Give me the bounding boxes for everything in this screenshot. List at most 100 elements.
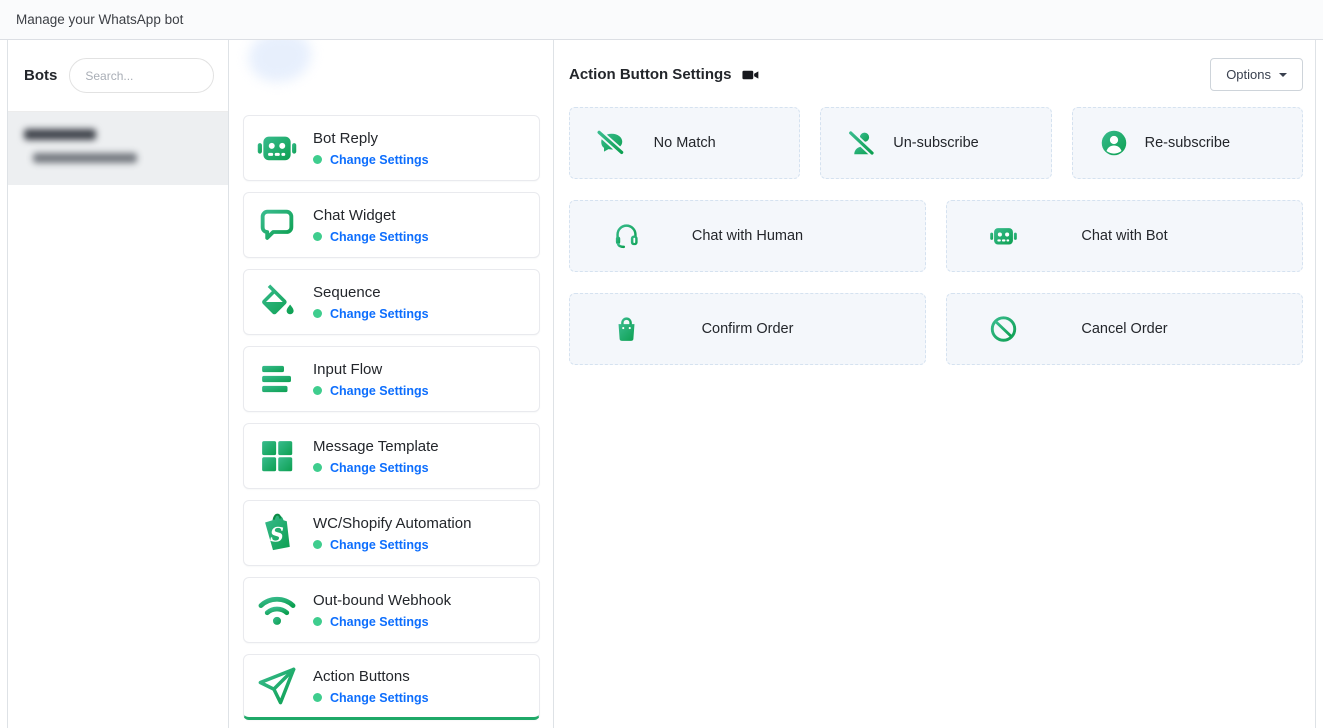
bot-icon — [989, 222, 1018, 251]
feature-card-sequence: Sequence Change Settings — [243, 269, 540, 335]
panel-title: Action Button Settings — [569, 66, 731, 83]
action-button-chat-with-human[interactable]: Chat with Human — [569, 200, 926, 272]
feature-link-row: Change Settings — [313, 615, 451, 629]
feature-card-chat-widget: Chat Widget Change Settings — [243, 192, 540, 258]
feature-list-column: Bot Reply Change Settings Chat Widget Chang… — [229, 40, 554, 728]
change-settings-link[interactable]: Change Settings — [330, 538, 429, 552]
bots-sidebar: Bots — [8, 40, 229, 728]
feature-card-body: Bot Reply Change Settings — [313, 130, 429, 167]
status-dot — [313, 386, 322, 395]
feature-card-body: Sequence Change Settings — [313, 284, 429, 321]
change-settings-link[interactable]: Change Settings — [330, 691, 429, 705]
feature-title: Message Template — [313, 438, 439, 455]
feature-link-row: Change Settings — [313, 307, 429, 321]
action-button-row-2: Chat with Human Chat with Bot — [569, 200, 1303, 272]
feature-title: Input Flow — [313, 361, 429, 378]
change-settings-link[interactable]: Change Settings — [330, 615, 429, 629]
action-button-settings-panel: Action Button Settings Options No Match U… — [554, 40, 1315, 728]
status-dot — [313, 155, 322, 164]
feature-link-row: Change Settings — [313, 461, 439, 475]
feature-card-body: Message Template Change Settings — [313, 438, 439, 475]
redacted-bot-name — [24, 129, 96, 140]
chevron-down-icon — [1279, 73, 1287, 77]
feature-card-body: Out-bound Webhook Change Settings — [313, 592, 451, 629]
user-circle-icon — [1099, 128, 1129, 158]
page-title: Manage your WhatsApp bot — [16, 12, 183, 27]
ban-icon — [989, 315, 1018, 344]
sidebar-header: Bots — [8, 40, 228, 112]
top-bar: Manage your WhatsApp bot — [0, 0, 1323, 40]
feature-card-input-flow: Input Flow Change Settings — [243, 346, 540, 412]
bot-list-item-selected[interactable] — [8, 112, 228, 185]
main-container: Bots Bot ReplyChange SettingsChat Widget… — [7, 40, 1316, 728]
feature-card-body: WC/Shopify Automation Change Settings — [313, 515, 471, 552]
action-button-label: Un-subscribe — [893, 135, 978, 151]
feature-title: Action Buttons — [313, 668, 429, 685]
action-button-label: Chat with Human — [692, 228, 803, 244]
status-dot — [313, 232, 322, 241]
feature-title: Bot Reply — [313, 130, 429, 147]
status-dot — [313, 463, 322, 472]
action-button-no-match[interactable]: No Match — [569, 107, 800, 179]
feature-link-row: Change Settings — [313, 153, 429, 167]
paper-plane-icon — [256, 665, 298, 707]
action-button-row-1: No Match Un-subscribe Re-subscribe — [569, 107, 1303, 179]
feature-title: Sequence — [313, 284, 429, 301]
feature-card-wc-shopify-automation: S WC/Shopify Automation Change Settings — [243, 500, 540, 566]
action-button-re-subscribe[interactable]: Re-subscribe — [1072, 107, 1303, 179]
feature-link-row: Change Settings — [313, 384, 429, 398]
panel-header: Action Button Settings Options — [569, 58, 1303, 91]
change-settings-link[interactable]: Change Settings — [330, 384, 429, 398]
svg-text:S: S — [270, 523, 284, 546]
feature-title: Chat Widget — [313, 207, 429, 224]
feature-card-out-bound-webhook: Out-bound Webhook Change Settings — [243, 577, 540, 643]
search-input[interactable] — [69, 58, 214, 93]
action-button-label: No Match — [654, 135, 716, 151]
shopping-bag-icon — [612, 315, 641, 344]
redacted-bot-phone — [33, 153, 137, 163]
user-slash-icon — [847, 128, 877, 158]
feature-card-body: Input Flow Change Settings — [313, 361, 429, 398]
feature-card-message-template: Message Template Change Settings — [243, 423, 540, 489]
list-bars-icon — [256, 358, 298, 400]
status-dot — [313, 540, 322, 549]
feature-link-row: Change Settings — [313, 230, 429, 244]
change-settings-link[interactable]: Change Settings — [330, 461, 429, 475]
bot-icon — [256, 127, 298, 169]
shopify-icon: S — [256, 512, 298, 554]
blurred-avatar-blob — [249, 40, 311, 82]
action-button-label: Re-subscribe — [1145, 135, 1230, 151]
headset-icon — [612, 222, 641, 251]
action-button-cancel-order[interactable]: Cancel Order — [946, 293, 1303, 365]
options-button[interactable]: Options — [1210, 58, 1303, 91]
change-settings-link[interactable]: Change Settings — [330, 153, 429, 167]
action-button-label: Confirm Order — [702, 321, 794, 337]
chat-widget-icon — [256, 204, 298, 246]
feature-link-row: Change Settings — [313, 538, 471, 552]
video-icon[interactable] — [742, 66, 760, 84]
action-button-label: Chat with Bot — [1081, 228, 1167, 244]
status-dot — [313, 617, 322, 626]
options-button-label: Options — [1226, 67, 1271, 82]
wifi-icon — [256, 589, 298, 631]
status-dot — [313, 693, 322, 702]
grid-icon — [256, 435, 298, 477]
feature-title: WC/Shopify Automation — [313, 515, 471, 532]
change-settings-link[interactable]: Change Settings — [330, 230, 429, 244]
action-button-un-subscribe[interactable]: Un-subscribe — [820, 107, 1051, 179]
paint-fill-icon — [256, 281, 298, 323]
action-button-row-3: Confirm Order Cancel Order — [569, 293, 1303, 365]
feature-link-row: Change Settings — [313, 691, 429, 705]
action-button-label: Cancel Order — [1081, 321, 1167, 337]
status-dot — [313, 309, 322, 318]
change-settings-link[interactable]: Change Settings — [330, 307, 429, 321]
feature-card-action-buttons: Action Buttons Change Settings — [243, 654, 540, 720]
action-button-chat-with-bot[interactable]: Chat with Bot — [946, 200, 1303, 272]
bots-heading: Bots — [24, 67, 57, 84]
comment-slash-icon — [596, 128, 626, 158]
action-button-confirm-order[interactable]: Confirm Order — [569, 293, 926, 365]
feature-card-body: Action Buttons Change Settings — [313, 668, 429, 705]
feature-card-body: Chat Widget Change Settings — [313, 207, 429, 244]
feature-card-bot-reply: Bot Reply Change Settings — [243, 115, 540, 181]
feature-title: Out-bound Webhook — [313, 592, 451, 609]
